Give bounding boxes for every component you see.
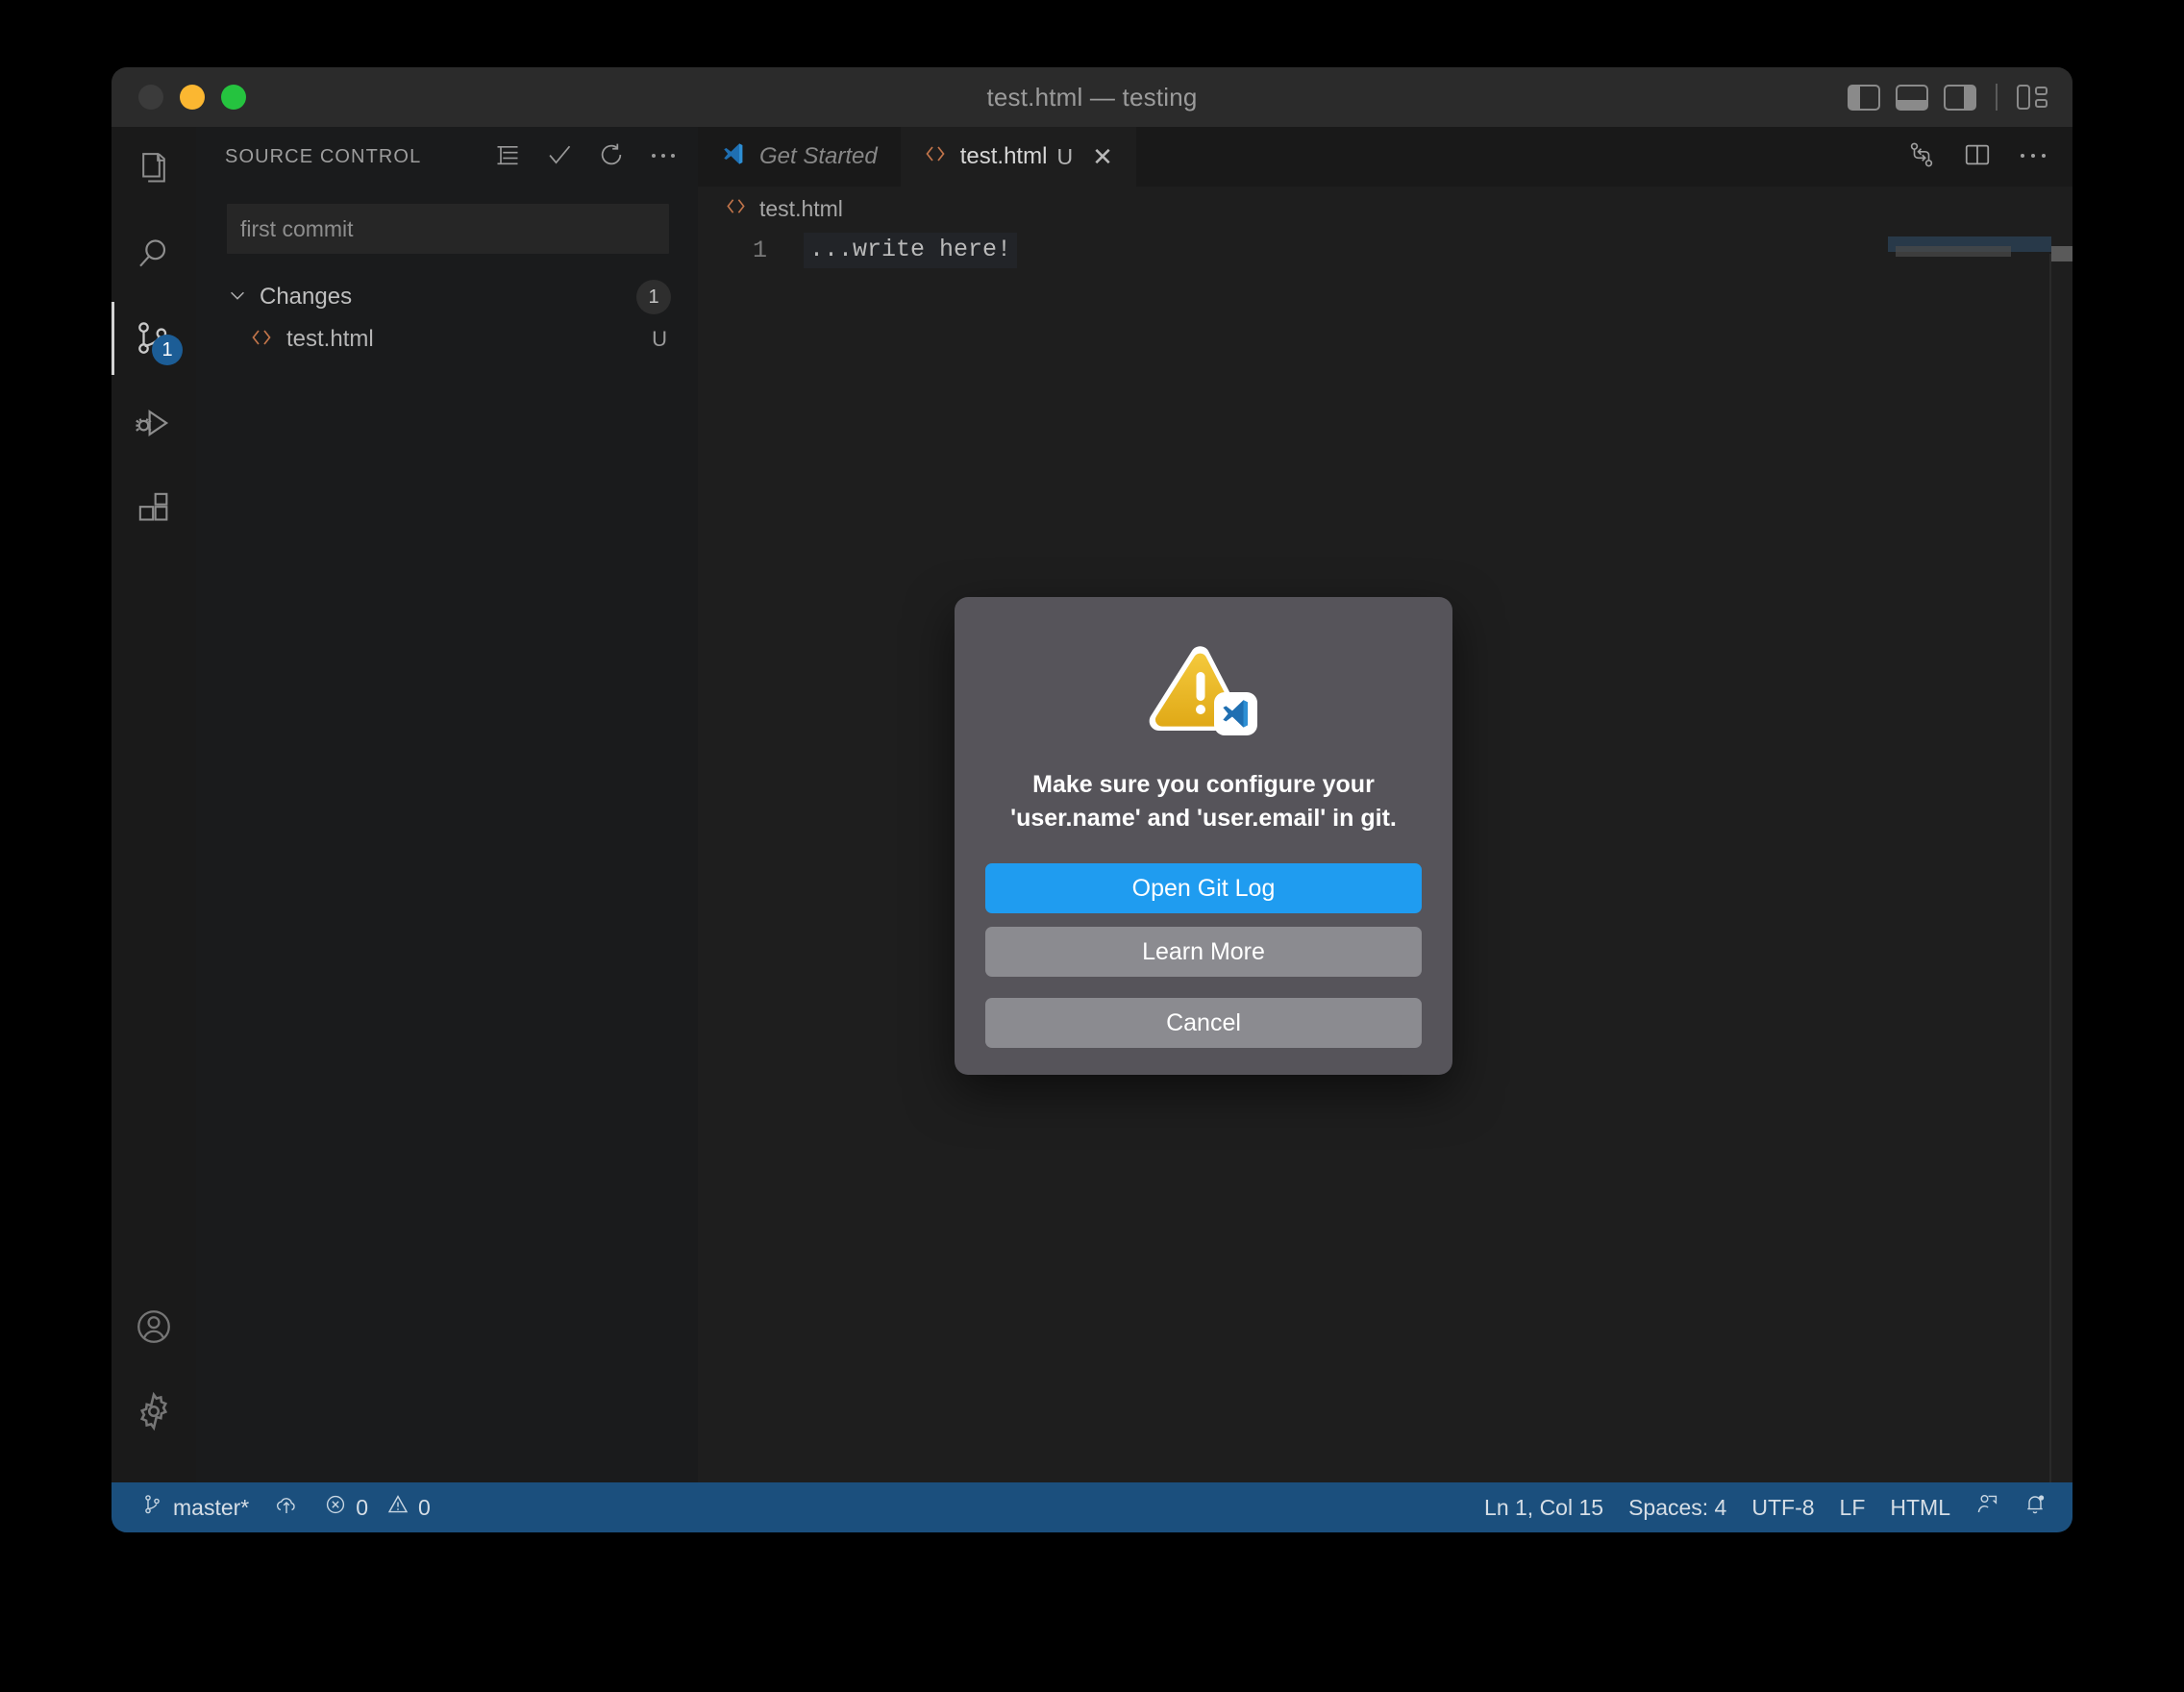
modal-backdrop: Make sure you configure your 'user.name'… — [112, 67, 2072, 1532]
open-git-log-button[interactable]: Open Git Log — [985, 863, 1422, 913]
git-config-dialog: Make sure you configure your 'user.name'… — [955, 597, 1452, 1075]
learn-more-button[interactable]: Learn More — [985, 927, 1422, 977]
vscode-window: test.html — testing — [112, 67, 2072, 1532]
cancel-button[interactable]: Cancel — [985, 998, 1422, 1048]
dialog-message: Make sure you configure your 'user.name'… — [985, 768, 1422, 834]
warning-vscode-icon — [1146, 643, 1261, 743]
